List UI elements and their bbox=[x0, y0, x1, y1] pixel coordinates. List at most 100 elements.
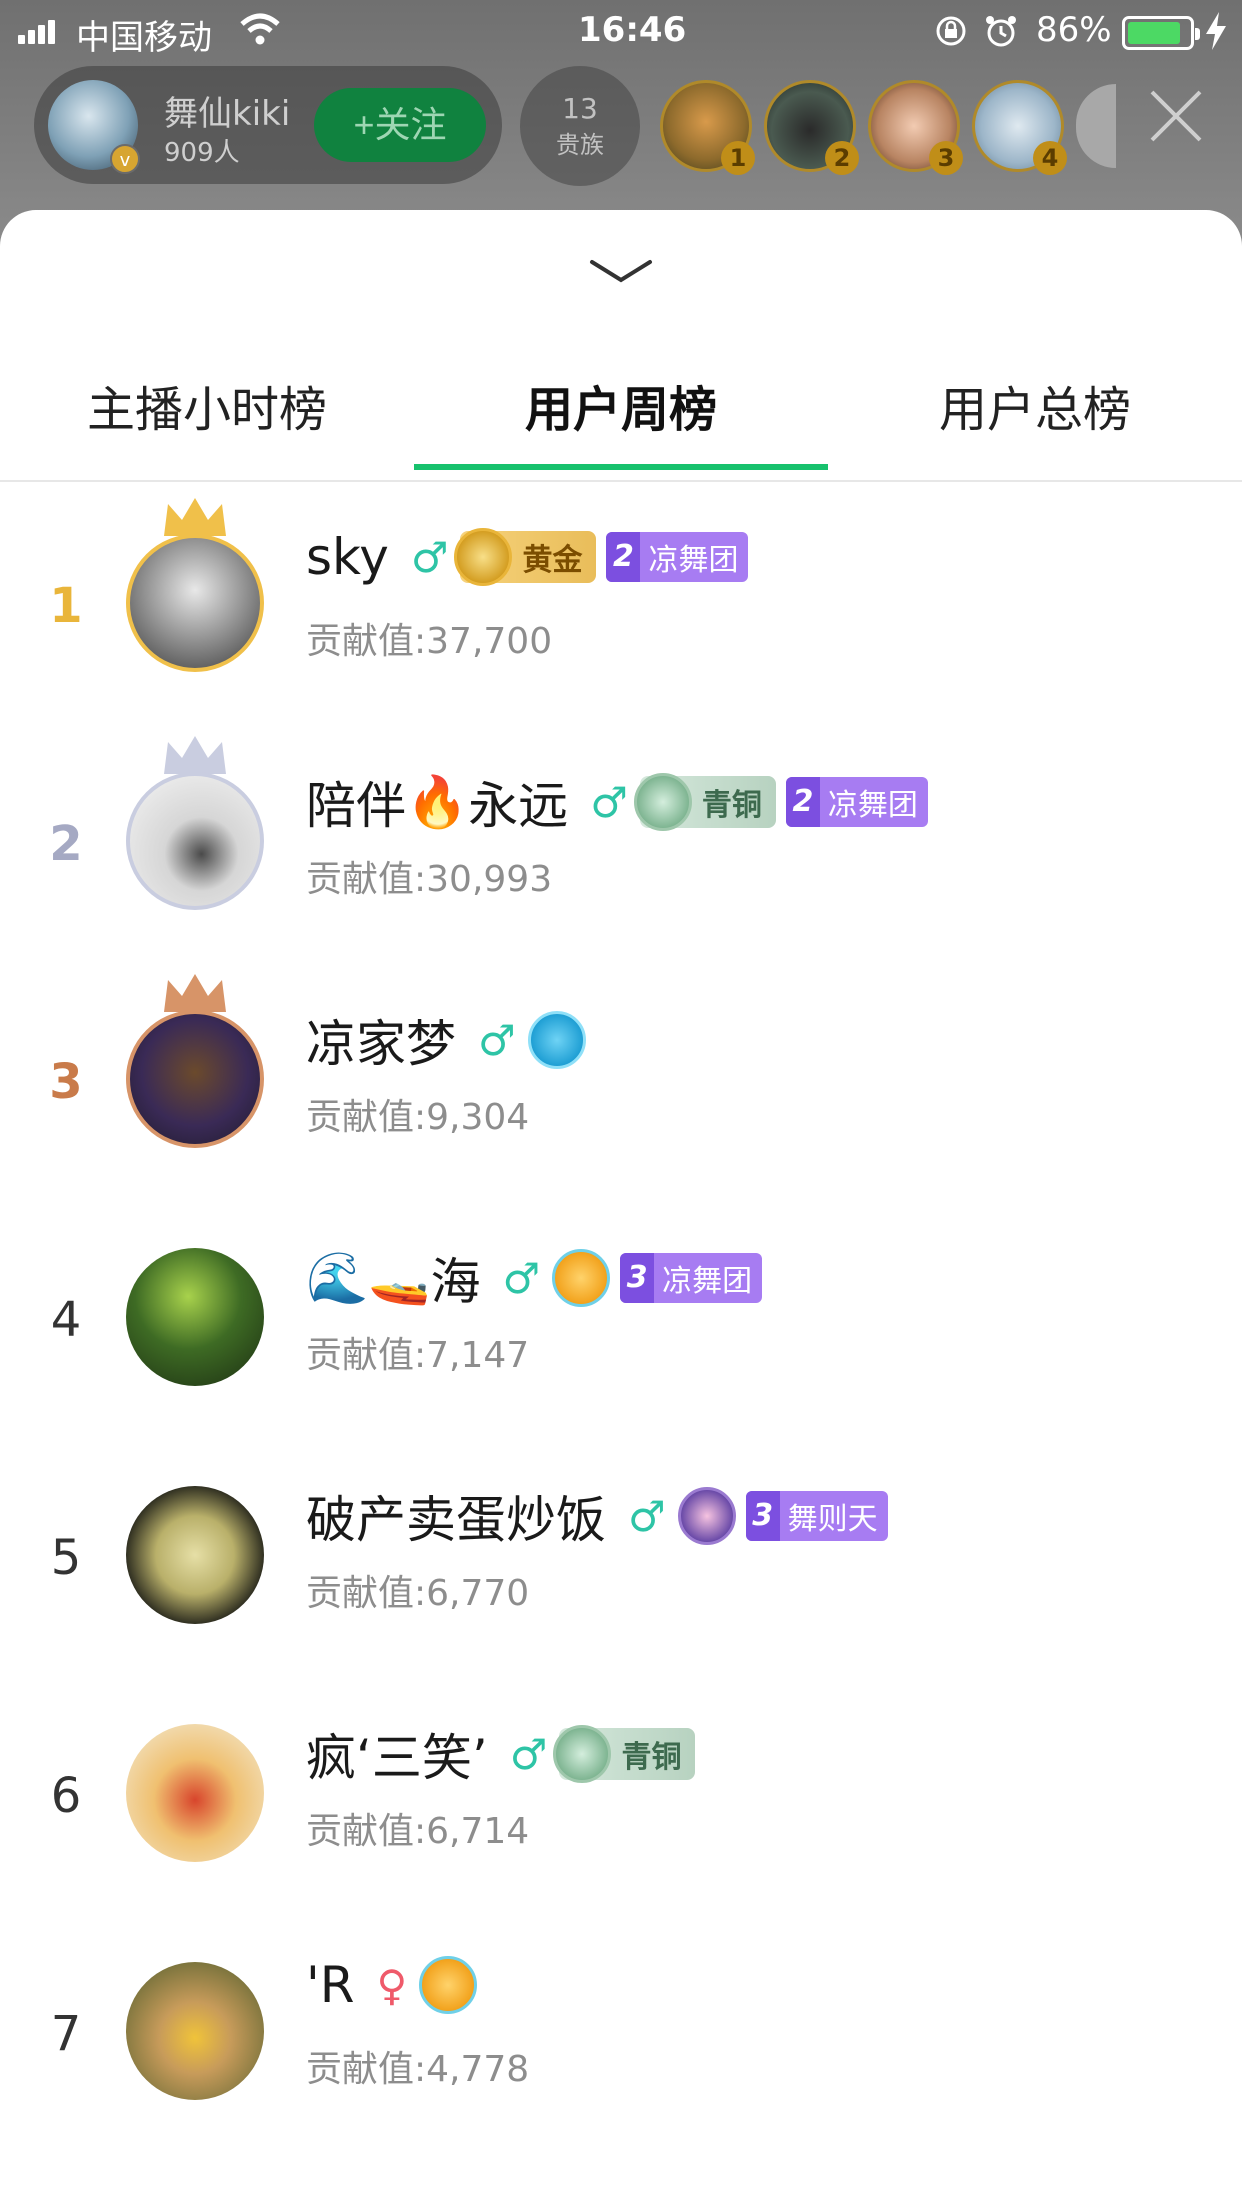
rank-number: 7 bbox=[50, 2006, 82, 2062]
fan-club-name: 舞则天 bbox=[787, 1502, 878, 1537]
battery-icon bbox=[1122, 16, 1200, 50]
orientation-lock-icon bbox=[936, 16, 966, 46]
medal-icon bbox=[553, 1725, 612, 1783]
rank-number: 1 bbox=[49, 578, 83, 634]
avatar[interactable] bbox=[126, 772, 264, 910]
fan-club-badge: 3 凉舞团 bbox=[620, 1253, 763, 1303]
user-name: 'R bbox=[306, 1956, 355, 2014]
user-name-suffix: 永远 bbox=[468, 777, 569, 835]
ranking-sheet: 主播小时榜 用户周榜 用户总榜 1 sky ♂ 黄金 2 凉舞团 贡献值:37,… bbox=[0, 210, 1242, 2208]
cartoon-badge-icon bbox=[419, 1956, 478, 2014]
fire-emoji: 🔥 bbox=[406, 772, 469, 831]
contribution-value: 贡献值:37,700 bbox=[306, 621, 553, 662]
host-info-pill[interactable]: v 舞仙kiki 909人 +关注 bbox=[34, 66, 502, 184]
avatar[interactable] bbox=[126, 1248, 264, 1386]
rank-number: 3 bbox=[49, 1054, 83, 1110]
contribution-value: 贡献值:6,714 bbox=[306, 1811, 530, 1852]
user-name: 海 bbox=[430, 1253, 481, 1311]
medal-icon bbox=[633, 773, 692, 831]
rank-number: 5 bbox=[50, 1530, 82, 1586]
noble-label: 贵族 bbox=[556, 131, 604, 159]
fan-club-name: 凉舞团 bbox=[662, 1264, 753, 1299]
level-badge: 青铜 bbox=[553, 1725, 696, 1783]
avatar[interactable] bbox=[126, 1962, 264, 2100]
fan-club-badge: 2 凉舞团 bbox=[785, 777, 928, 827]
tab-host-hourly[interactable]: 主播小时榜 bbox=[0, 360, 414, 482]
charging-bolt-icon bbox=[1206, 12, 1226, 50]
verified-icon: v bbox=[110, 144, 140, 174]
list-item[interactable]: 7 'R ♀ 贡献值:4,778 bbox=[0, 1928, 1242, 2166]
user-name: 陪伴 bbox=[306, 777, 406, 835]
user-name: 凉家梦 bbox=[306, 1015, 456, 1073]
medal-icon bbox=[454, 528, 513, 586]
rank-number: 4 bbox=[50, 1292, 82, 1348]
chevron-down-icon[interactable] bbox=[586, 252, 656, 292]
avatar[interactable] bbox=[126, 1010, 264, 1148]
avatar[interactable] bbox=[126, 1724, 264, 1862]
top-viewer-rank: 2 bbox=[825, 141, 859, 175]
male-symbol-icon: ♂ bbox=[628, 1491, 666, 1541]
host-audience-count: 909人 bbox=[164, 138, 240, 168]
top-viewer-avatar[interactable]: 1 bbox=[660, 80, 755, 175]
level-badge: 青铜 bbox=[633, 773, 776, 831]
list-item[interactable]: 6 疯‘三笑’ ♂ 青铜 贡献值:6,714 bbox=[0, 1690, 1242, 1928]
male-symbol-icon: ♂ bbox=[590, 777, 628, 827]
fan-club-name: 凉舞团 bbox=[648, 543, 739, 578]
level-badge-label: 青铜 bbox=[701, 788, 762, 823]
cellular-signal-icon bbox=[18, 20, 58, 44]
fan-club-level: 3 bbox=[620, 1253, 655, 1303]
noble-count: 13 bbox=[562, 92, 598, 125]
avatar[interactable] bbox=[126, 534, 264, 672]
wave-boat-emoji: 🌊🚤 bbox=[306, 1248, 431, 1307]
list-item[interactable]: 1 sky ♂ 黄金 2 凉舞团 贡献值:37,700 bbox=[0, 498, 1242, 738]
male-symbol-icon: ♂ bbox=[509, 1729, 548, 1779]
avatar[interactable] bbox=[126, 1486, 264, 1624]
rank-number: 6 bbox=[50, 1768, 82, 1824]
alarm-icon bbox=[986, 16, 1016, 47]
top-viewer-avatar[interactable]: 4 bbox=[972, 80, 1067, 175]
female-symbol-icon: ♀ bbox=[376, 1960, 408, 2010]
fan-club-badge: 3 舞则天 bbox=[745, 1491, 888, 1541]
contribution-value: 贡献值:30,993 bbox=[306, 859, 553, 900]
male-symbol-icon: ♂ bbox=[478, 1015, 516, 1065]
contribution-value: 贡献值:4,778 bbox=[306, 2049, 530, 2090]
active-tab-indicator bbox=[414, 464, 828, 470]
host-name: 舞仙kiki bbox=[164, 94, 291, 134]
fan-club-level: 2 bbox=[606, 532, 641, 582]
status-bar: 中国移动 16:46 86% bbox=[0, 0, 1242, 62]
close-icon[interactable] bbox=[1148, 88, 1204, 144]
user-name: 疯‘三笑’ bbox=[306, 1729, 488, 1787]
level-badge-label: 黄金 bbox=[522, 543, 583, 578]
fan-club-badge: 2 凉舞团 bbox=[606, 532, 749, 582]
list-item[interactable]: 4 🌊🚤 海 ♂ 3 凉舞团 贡献值:7,147 bbox=[0, 1214, 1242, 1452]
battery-percentage: 86% bbox=[1036, 10, 1112, 50]
cartoon-badge-icon bbox=[552, 1249, 611, 1307]
noble-count-button[interactable]: 13 贵族 bbox=[520, 66, 640, 186]
wifi-icon bbox=[240, 13, 280, 45]
fan-club-level: 2 bbox=[785, 777, 820, 827]
top-viewer-rank: 4 bbox=[1033, 141, 1067, 175]
fan-club-level: 3 bbox=[745, 1491, 780, 1541]
top-viewer-avatar[interactable]: 2 bbox=[764, 80, 859, 175]
top-viewer-rank: 1 bbox=[721, 141, 755, 175]
user-name: 破产卖蛋炒饭 bbox=[306, 1491, 606, 1549]
list-item[interactable]: 5 破产卖蛋炒饭 ♂ 3 舞则天 贡献值:6,770 bbox=[0, 1452, 1242, 1690]
carrier-name: 中国移动 bbox=[76, 18, 212, 58]
contribution-value: 贡献值:9,304 bbox=[306, 1097, 530, 1138]
lightning-badge-icon bbox=[677, 1487, 736, 1545]
top-viewer-avatar[interactable]: 3 bbox=[868, 80, 963, 175]
level-badge: 黄金 bbox=[454, 528, 597, 586]
male-symbol-icon: ♂ bbox=[502, 1253, 541, 1303]
follow-button[interactable]: +关注 bbox=[314, 88, 486, 162]
list-item[interactable]: 2 陪伴 🔥 永远 ♂ 青铜 2 凉舞团 贡献值:30,993 bbox=[0, 736, 1242, 976]
contribution-value: 贡献值:6,770 bbox=[306, 1573, 530, 1614]
clock-time: 16:46 bbox=[578, 10, 687, 50]
star-badge-icon bbox=[527, 1011, 586, 1069]
fan-club-name: 凉舞团 bbox=[827, 788, 918, 823]
list-item[interactable]: 3 凉家梦 ♂ 贡献值:9,304 bbox=[0, 974, 1242, 1214]
contribution-value: 贡献值:7,147 bbox=[306, 1335, 530, 1376]
male-symbol-icon: ♂ bbox=[410, 532, 449, 582]
tab-user-total[interactable]: 用户总榜 bbox=[828, 360, 1242, 482]
rank-number: 2 bbox=[49, 816, 83, 872]
level-badge-label: 青铜 bbox=[621, 1740, 682, 1775]
